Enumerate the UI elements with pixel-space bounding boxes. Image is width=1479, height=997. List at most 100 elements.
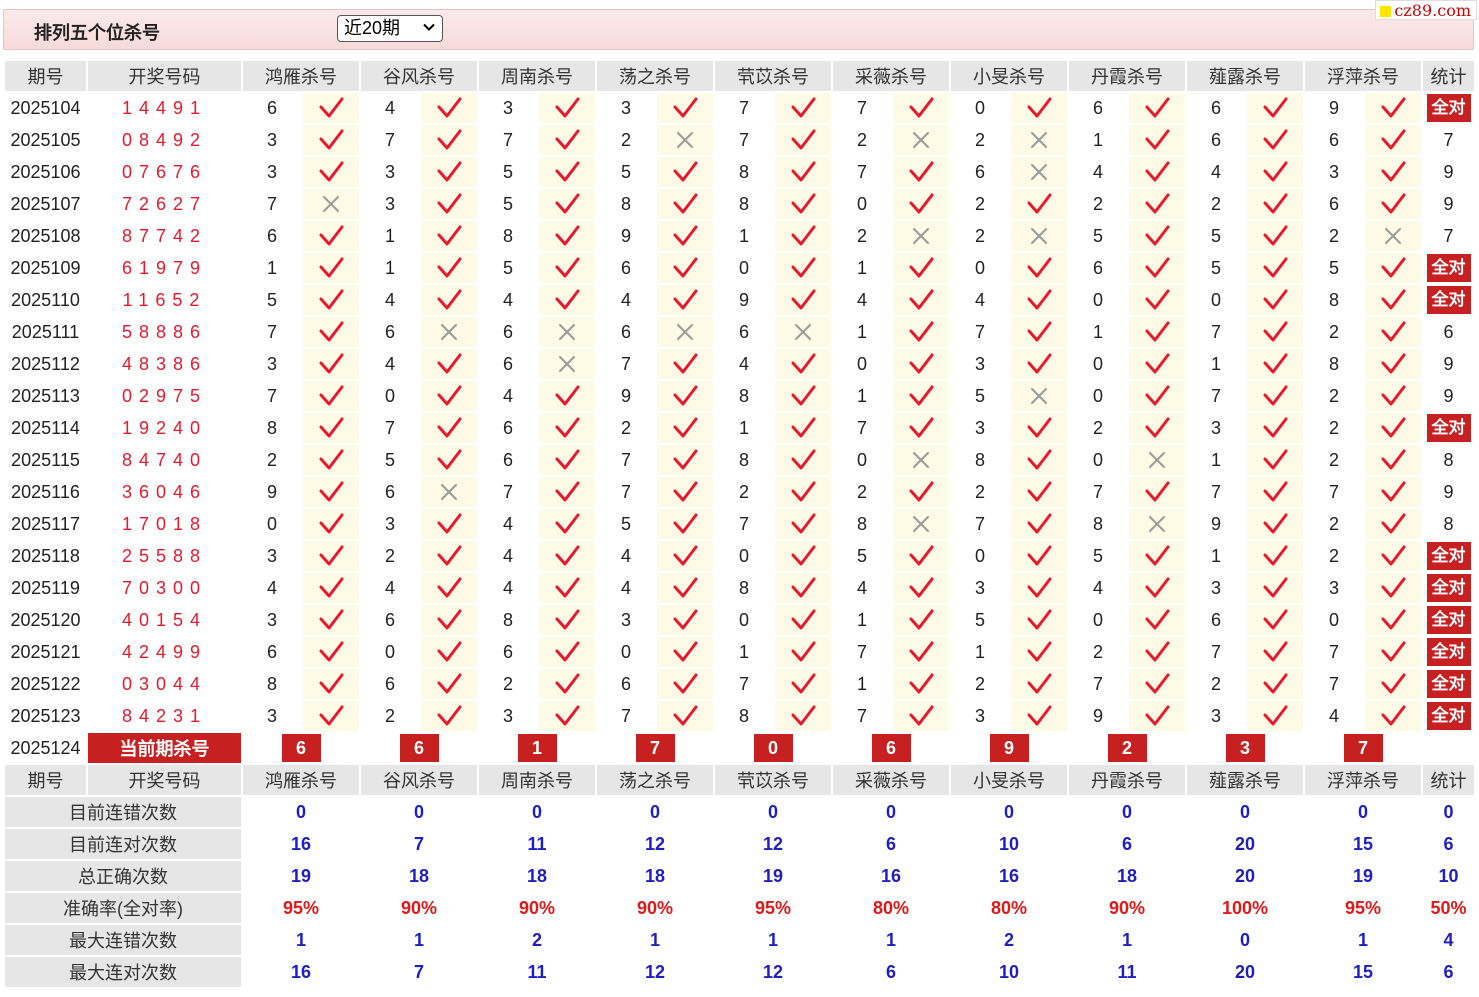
- kill-value-cell: 4: [477, 571, 539, 605]
- kill-value-cell: 2: [831, 475, 893, 509]
- period-cell: 2025111: [3, 315, 88, 349]
- summary-value: 16: [831, 859, 951, 893]
- check-icon: [891, 667, 951, 701]
- check-icon: [773, 571, 833, 605]
- kill-value-cell: 7: [831, 155, 893, 189]
- draw-number-cell: 58886: [86, 315, 243, 349]
- col-expert: 薤露杀号: [1185, 763, 1305, 797]
- kill-value-cell: 3: [241, 699, 303, 733]
- kill-value-cell: 2: [1185, 667, 1247, 701]
- check-icon: [773, 219, 833, 253]
- summary-value: 0: [359, 795, 479, 829]
- cross-icon: [419, 475, 479, 509]
- kill-value-cell: 6: [359, 475, 421, 509]
- kill-value-cell: 6: [1303, 187, 1365, 221]
- kill-value-cell: 8: [713, 187, 775, 221]
- current-kill-label: 当前期杀号: [86, 731, 243, 765]
- check-icon: [773, 443, 833, 477]
- check-icon: [655, 379, 715, 413]
- check-icon: [301, 571, 361, 605]
- check-icon: [1009, 283, 1069, 317]
- kill-value-cell: 8: [713, 379, 775, 413]
- cross-icon: [1009, 219, 1069, 253]
- kill-value-cell: 4: [831, 571, 893, 605]
- check-icon: [891, 475, 951, 509]
- kill-value-cell: 4: [949, 283, 1011, 317]
- kill-value-cell: 8: [477, 603, 539, 637]
- kill-value-cell: 6: [1185, 603, 1247, 637]
- current-kill-value: 2: [1107, 734, 1147, 762]
- table-row: 2025121 42499 6 0 6 0 1 7 1 2 7 7 全对: [3, 635, 1476, 669]
- stat-cell: 6: [1421, 315, 1476, 349]
- kill-value-cell: 8: [713, 699, 775, 733]
- period-cell: 2025113: [3, 379, 88, 413]
- check-icon: [773, 123, 833, 157]
- check-icon: [301, 283, 361, 317]
- all-correct-badge: 全对: [1426, 702, 1471, 730]
- current-kill-cell: 2: [1067, 731, 1187, 765]
- check-icon: [537, 283, 597, 317]
- kill-number-table: 期号 开奖号码 鸿雁杀号 谷风杀号 周南杀号 荡之杀号 茕苡杀号 采薇杀号 小旻杀号 丹霞杀号 薤露…: [3, 59, 1476, 989]
- check-icon: [1363, 443, 1423, 477]
- cross-icon: [773, 315, 833, 349]
- summary-value: 90%: [1067, 891, 1187, 925]
- period-cell: 2025115: [3, 443, 88, 477]
- check-icon: [1363, 283, 1423, 317]
- summary-value: 0: [831, 795, 951, 829]
- check-icon: [419, 91, 479, 125]
- kill-value-cell: 7: [1185, 379, 1247, 413]
- check-icon: [1009, 187, 1069, 221]
- kill-value-cell: 3: [1185, 411, 1247, 445]
- kill-value-cell: 0: [713, 251, 775, 285]
- summary-value: 0: [477, 795, 597, 829]
- period-select[interactable]: 近20期: [337, 15, 443, 42]
- site-logo[interactable]: cz89.com: [1375, 0, 1477, 20]
- period-cell: 2025123: [3, 699, 88, 733]
- summary-value: 1: [831, 923, 951, 957]
- kill-value-cell: 0: [1067, 283, 1129, 317]
- kill-value-cell: 2: [1303, 443, 1365, 477]
- kill-value-cell: 0: [1185, 283, 1247, 317]
- cross-icon: [301, 187, 361, 221]
- check-icon: [1245, 123, 1305, 157]
- check-icon: [419, 443, 479, 477]
- check-icon: [655, 251, 715, 285]
- check-icon: [1127, 315, 1187, 349]
- check-icon: [537, 411, 597, 445]
- check-icon: [1009, 507, 1069, 541]
- check-icon: [1245, 251, 1305, 285]
- kill-value-cell: 4: [241, 571, 303, 605]
- table-row: 2025114 19240 8 7 6 2 1 7 3 2 3 2 全对: [3, 411, 1476, 445]
- kill-value-cell: 1: [949, 635, 1011, 669]
- cross-icon: [891, 507, 951, 541]
- kill-value-cell: 1: [831, 603, 893, 637]
- check-icon: [1363, 411, 1423, 445]
- kill-value-cell: 7: [1185, 635, 1247, 669]
- kill-value-cell: 1: [831, 667, 893, 701]
- draw-number-cell: 84231: [86, 699, 243, 733]
- period-cell: 2025110: [3, 283, 88, 317]
- kill-value-cell: 7: [359, 411, 421, 445]
- kill-value-cell: 2: [359, 539, 421, 573]
- current-kill-cell: 6: [241, 731, 361, 765]
- kill-value-cell: 0: [1067, 347, 1129, 381]
- check-icon: [655, 283, 715, 317]
- check-icon: [419, 603, 479, 637]
- stat-cell: 9: [1421, 347, 1476, 381]
- summary-value: 0: [1185, 923, 1305, 957]
- kill-value-cell: 1: [359, 251, 421, 285]
- cross-icon: [1009, 379, 1069, 413]
- stat-cell: 9: [1421, 155, 1476, 189]
- kill-value-cell: 0: [241, 507, 303, 541]
- check-icon: [1009, 603, 1069, 637]
- check-icon: [891, 155, 951, 189]
- check-icon: [419, 123, 479, 157]
- summary-row: 目前连错次数 0 0 0 0 0 0 0 0 0 0 0: [3, 795, 1476, 829]
- current-kill-cell: 3: [1185, 731, 1305, 765]
- period-cell: 2025120: [3, 603, 88, 637]
- check-icon: [655, 475, 715, 509]
- current-kill-cell: 7: [1303, 731, 1423, 765]
- check-icon: [1127, 187, 1187, 221]
- kill-value-cell: 0: [949, 91, 1011, 125]
- current-kill-cell: 6: [831, 731, 951, 765]
